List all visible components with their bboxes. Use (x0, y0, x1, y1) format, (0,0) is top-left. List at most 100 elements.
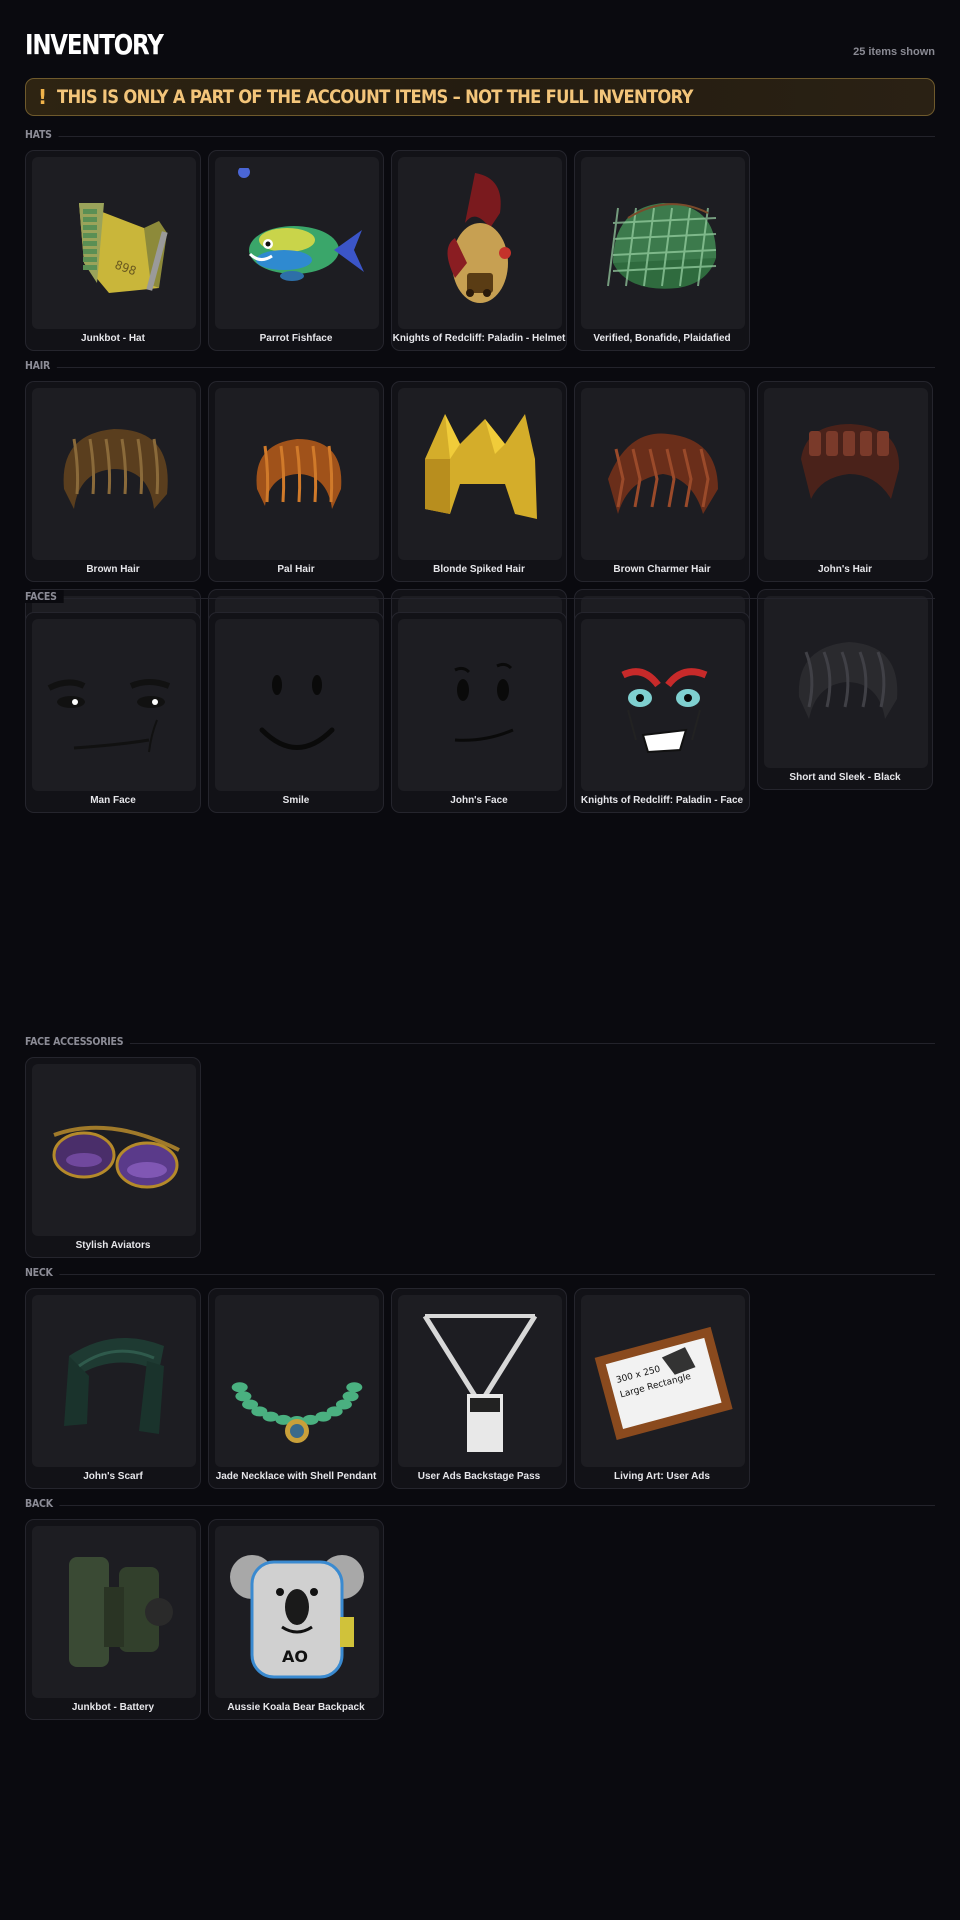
junkbot-battery-icon (69, 1557, 173, 1667)
item-name: Living Art: User Ads (614, 1471, 710, 1482)
item-thumbnail (32, 619, 196, 791)
item-name: Man Face (90, 795, 136, 806)
section-divider (25, 598, 935, 599)
item-thumbnail (398, 388, 562, 560)
item-grid: Stylish Aviators (25, 1057, 935, 1258)
item-name: Junkbot - Hat (81, 333, 145, 344)
section-back: BACK Junkbot - Battery AO Aussie Koala Bear… (25, 1497, 935, 1720)
item-name: Junkbot - Battery (71, 1702, 155, 1713)
living-art-icon: 300 x 250Large Rectangle (594, 1326, 733, 1440)
inventory-item-card[interactable]: Knights of Redcliff: Paladin - Helmet (391, 150, 567, 351)
item-name: John's Face (450, 795, 508, 806)
inventory-page: INVENTORY 25 items shown ! THIS IS ONLY … (25, 0, 935, 1720)
inventory-item-card[interactable]: John's Hair (757, 381, 933, 582)
item-name: Brown Hair (86, 564, 140, 575)
section-divider (25, 1505, 935, 1506)
item-thumbnail: 898 (32, 157, 196, 329)
inventory-item-card[interactable]: Brown Charmer Hair (574, 381, 750, 582)
section-label: FACE ACCESSORIES (25, 1035, 131, 1048)
item-name: Pal Hair (277, 564, 315, 575)
item-grid: 898 Junkbot - Hat Parrot Fishface Knights o… (25, 150, 935, 351)
item-name: Jade Necklace with Shell Pendant (215, 1471, 377, 1482)
hair-orange-icon (256, 439, 342, 509)
item-thumbnail (581, 157, 745, 329)
section-face-accessories: FACE ACCESSORIES Stylish Aviators (25, 1035, 935, 1258)
exclamation-icon: ! (38, 85, 48, 109)
paladin-helmet-icon (447, 173, 511, 303)
face-smile-icon (259, 675, 335, 750)
section-divider (25, 367, 935, 368)
item-name: User Ads Backstage Pass (417, 1471, 541, 1482)
item-thumbnail (764, 388, 928, 560)
section-label: NECK (25, 1266, 60, 1279)
warning-banner: ! THIS IS ONLY A PART OF THE ACCOUNT ITE… (25, 78, 935, 116)
item-thumbnail (32, 1526, 196, 1698)
section-header: NECK (25, 1266, 935, 1282)
hair-johns-icon (801, 424, 900, 499)
item-name: Aussie Koala Bear Backpack (227, 1702, 365, 1713)
inventory-item-card[interactable]: 898 Junkbot - Hat (25, 150, 201, 351)
item-count: 25 items shown (853, 46, 935, 58)
inventory-item-card[interactable]: Pal Hair (208, 381, 384, 582)
inventory-item-card[interactable]: Junkbot - Battery (25, 1519, 201, 1720)
backstage-pass-icon (422, 1314, 538, 1452)
item-name: Brown Charmer Hair (613, 564, 711, 575)
plaid-cap-icon (607, 203, 717, 289)
item-thumbnail (215, 388, 379, 560)
item-thumbnail (398, 1295, 562, 1467)
inventory-item-card[interactable]: Stylish Aviators (25, 1057, 201, 1258)
section-label: BACK (25, 1497, 60, 1510)
section-header: FACES (25, 590, 935, 606)
koala-backpack-icon: AO (230, 1555, 364, 1679)
inventory-item-card[interactable]: Knights of Redcliff: Paladin - Face (574, 612, 750, 813)
item-thumbnail (398, 157, 562, 329)
section-faces: FACES Man Face Smile John's Face Knights of … (25, 590, 935, 813)
page-header: INVENTORY 25 items shown (25, 0, 935, 64)
page-title: INVENTORY (25, 28, 164, 61)
item-name: Stylish Aviators (75, 1240, 151, 1251)
item-thumbnail: AO (215, 1526, 379, 1698)
inventory-item-card[interactable]: 300 x 250 Large Rectangle Living Art: User… (574, 1288, 750, 1489)
item-thumbnail (215, 619, 379, 791)
item-thumbnail (398, 619, 562, 791)
section-divider (25, 1274, 935, 1275)
inventory-item-card[interactable]: User Ads Backstage Pass (391, 1288, 567, 1489)
hair-brown-charmer-icon (608, 433, 718, 514)
item-thumbnail: 300 x 250 Large Rectangle (581, 1295, 745, 1467)
face-man-icon (47, 679, 171, 753)
section-label: HAIR (25, 359, 57, 372)
section-neck: NECK John's Scarf Jade Necklace with Shell… (25, 1266, 935, 1489)
inventory-item-card[interactable]: AO Aussie Koala Bear Backpack (208, 1519, 384, 1720)
section-header: HATS (25, 128, 935, 144)
junkbot-hat-icon: 898 (79, 203, 168, 293)
svg-text:AO: AO (282, 1647, 308, 1666)
inventory-item-card[interactable]: John's Face (391, 612, 567, 813)
section-label: HATS (25, 128, 59, 141)
inventory-item-card[interactable]: Verified, Bonafide, Plaidafied (574, 150, 750, 351)
item-thumbnail (32, 388, 196, 560)
item-name: Knights of Redcliff: Paladin - Face (580, 795, 744, 806)
inventory-item-card[interactable]: Brown Hair (25, 381, 201, 582)
section-divider (25, 1043, 935, 1044)
inventory-item-card[interactable]: Blonde Spiked Hair (391, 381, 567, 582)
inventory-item-card[interactable]: Man Face (25, 612, 201, 813)
inventory-item-card[interactable]: Jade Necklace with Shell Pendant (208, 1288, 384, 1489)
item-thumbnail (215, 157, 379, 329)
item-thumbnail (581, 388, 745, 560)
inventory-item-card[interactable]: Smile (208, 612, 384, 813)
item-name: John's Scarf (83, 1471, 143, 1482)
jade-necklace-icon (231, 1382, 363, 1443)
item-name: Verified, Bonafide, Plaidafied (593, 333, 731, 344)
parrot-fish-icon (238, 168, 364, 281)
section-label: FACES (25, 590, 64, 603)
item-thumbnail (581, 619, 745, 791)
section-header: BACK (25, 1497, 935, 1513)
item-thumbnail (32, 1064, 196, 1236)
hair-brown-icon (63, 429, 168, 509)
inventory-item-card[interactable]: Parrot Fishface (208, 150, 384, 351)
item-grid: Man Face Smile John's Face Knights of Redcl… (25, 612, 935, 813)
inventory-item-card[interactable]: John's Scarf (25, 1288, 201, 1489)
section-header: HAIR (25, 359, 935, 375)
aviators-icon (52, 1125, 180, 1189)
item-name: Blonde Spiked Hair (433, 564, 525, 575)
